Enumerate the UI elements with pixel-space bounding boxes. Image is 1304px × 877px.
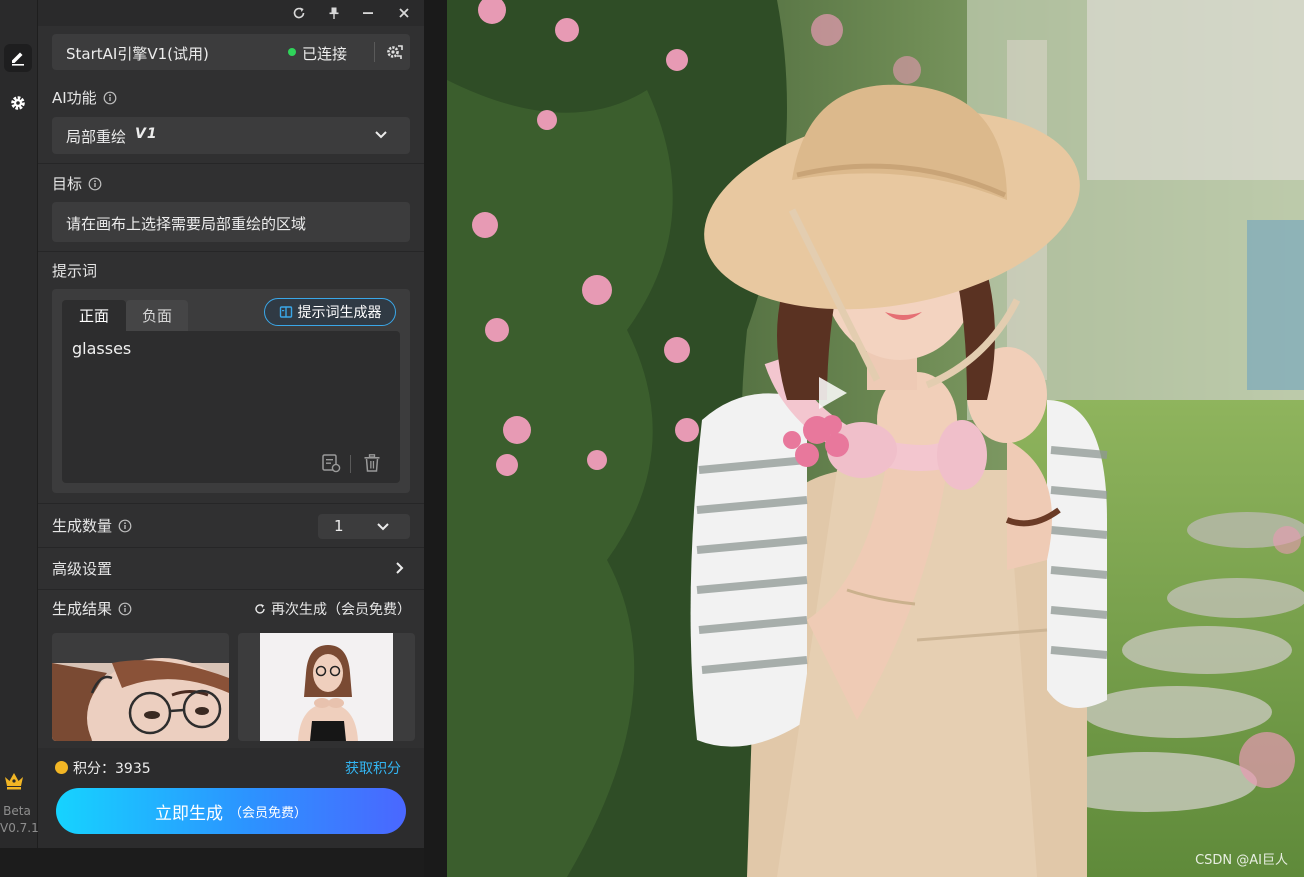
prompt-section: 提示词 (52, 260, 97, 281)
pin-icon (329, 7, 339, 19)
refresh-button[interactable] (289, 3, 309, 23)
generate-sub-label: （会员免费） (228, 805, 307, 821)
ai-function-value: 局部重绘 (66, 128, 127, 146)
result-image-closeup (52, 658, 229, 741)
gear-icon (11, 96, 25, 110)
prompt-box: 正面 负面 提示词生成器 glasses (52, 289, 410, 493)
chevron-down-icon (377, 523, 389, 531)
info-icon[interactable] (88, 177, 102, 191)
coin-icon (55, 761, 68, 774)
count-value: 1 (334, 517, 344, 535)
info-icon[interactable] (103, 91, 117, 105)
target-hint: 请在画布上选择需要局部重绘的区域 (66, 215, 307, 233)
advanced-settings-row[interactable]: 高级设置 (52, 558, 112, 579)
generate-now-button[interactable]: 立即生成 （会员免费） (56, 788, 406, 834)
generate-main-label: 立即生成 (154, 803, 223, 824)
canvas-photo (447, 0, 1304, 877)
panel-shadow-strip (0, 848, 424, 877)
settings-tool-button[interactable] (4, 89, 32, 117)
engine-divider (374, 42, 375, 62)
pin-button[interactable] (324, 3, 344, 23)
engine-selector[interactable]: StartAI引擎V1(试用) 已连接 (52, 34, 410, 70)
result-thumbnail-1[interactable] (52, 633, 229, 741)
result-thumbnail-2[interactable] (238, 633, 415, 741)
refresh-icon (255, 604, 265, 614)
section-divider (38, 503, 424, 504)
book-icon (279, 306, 292, 318)
get-points-link[interactable]: 获取积分 (345, 758, 401, 778)
tab-positive[interactable]: 正面 (62, 300, 126, 331)
count-select[interactable]: 1 (318, 514, 410, 539)
canvas-gutter (424, 0, 447, 877)
ai-function-label: AI功能 (52, 89, 97, 107)
info-icon[interactable] (118, 519, 132, 533)
section-divider (38, 163, 424, 164)
prompt-text: glasses (72, 339, 132, 358)
section-divider (38, 251, 424, 252)
icon-divider (350, 455, 351, 473)
engine-settings-icon[interactable] (385, 42, 405, 62)
trash-icon[interactable] (361, 452, 383, 474)
ai-function-select[interactable]: 局部重绘 V1 (52, 117, 410, 154)
prompt-generator-button[interactable]: 提示词生成器 (264, 298, 396, 326)
target-section: 目标 (52, 173, 102, 194)
points-balance: 积分：3935 (73, 761, 151, 777)
version-info: Beta V0.7.1 (0, 803, 39, 837)
watermark: CSDN @AI巨人 (1195, 853, 1288, 868)
results-section: 生成结果 (52, 598, 132, 619)
ai-function-version-badge: V1 (135, 126, 158, 142)
count-label: 生成数量 (52, 517, 113, 535)
results-label: 生成结果 (52, 600, 113, 618)
close-button[interactable] (394, 3, 414, 23)
ai-function-section: AI功能 (52, 87, 117, 108)
result-image-portrait (260, 633, 393, 741)
beta-label: Beta (3, 804, 31, 818)
section-divider (38, 589, 424, 590)
advanced-label: 高级设置 (52, 560, 113, 578)
panel-titlebar (38, 0, 424, 26)
pen-icon (12, 52, 24, 66)
info-icon[interactable] (118, 602, 132, 616)
edit-tool-button[interactable] (4, 44, 32, 72)
generate-footer: 积分：3935 获取积分 立即生成 （会员免费） (38, 748, 424, 848)
prompt-label: 提示词 (52, 262, 98, 280)
prompt-history-icon[interactable] (320, 452, 342, 474)
engine-name: StartAI引擎V1(试用) (66, 45, 209, 63)
section-divider (38, 547, 424, 548)
ai-panel: StartAI引擎V1(试用) 已连接 AI功能 局部重绘 V1 目标 请在画布… (38, 0, 424, 848)
refresh-icon (293, 7, 305, 19)
regenerate-label: 再次生成（会员免费） (271, 602, 411, 618)
version-label: V0.7.1 (0, 821, 39, 835)
target-field: 请在画布上选择需要局部重绘的区域 (52, 202, 410, 242)
minimize-icon (363, 12, 373, 14)
chevron-right-icon[interactable] (393, 561, 405, 575)
tool-rail: Beta V0.7.1 (0, 0, 39, 877)
chevron-down-icon (375, 131, 387, 139)
minimize-button[interactable] (358, 3, 378, 23)
count-section: 生成数量 (52, 515, 132, 536)
prompt-textarea[interactable]: glasses (62, 331, 400, 483)
status-dot-icon (288, 48, 296, 56)
photo-canvas[interactable]: CSDN @AI巨人 (447, 0, 1304, 877)
engine-status: 已连接 (302, 45, 348, 63)
regenerate-button[interactable]: 再次生成（会员免费） (254, 599, 411, 619)
tab-negative[interactable]: 负面 (126, 300, 188, 331)
target-label: 目标 (52, 175, 83, 193)
crown-icon[interactable] (2, 769, 26, 791)
prompt-generator-label: 提示词生成器 (297, 305, 382, 321)
close-icon (399, 8, 409, 18)
